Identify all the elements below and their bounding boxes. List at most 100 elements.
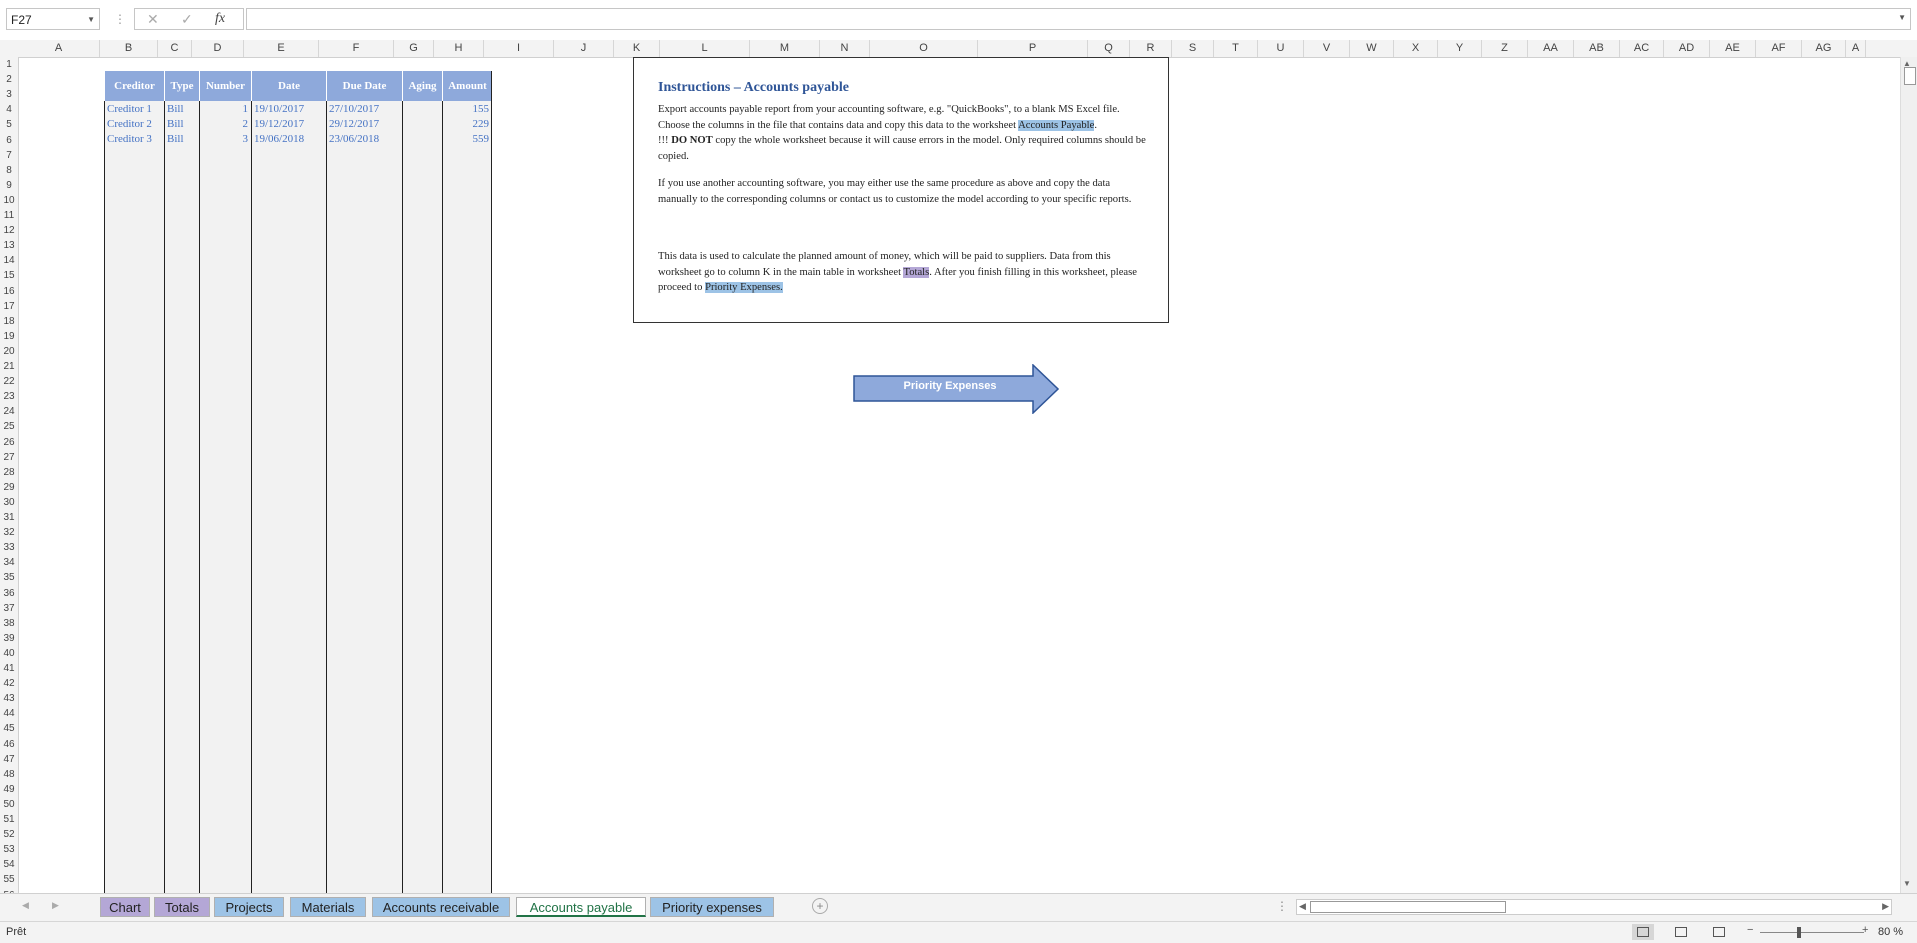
column-header[interactable]: Z <box>1482 40 1528 57</box>
column-header[interactable]: X <box>1394 40 1438 57</box>
table-cell[interactable]: 3 <box>202 132 249 147</box>
expand-formula-icon[interactable]: ▼ <box>1898 13 1906 22</box>
table-cell[interactable]: 29/12/2017 <box>329 117 399 132</box>
row-header[interactable]: 11 <box>0 208 18 223</box>
column-header[interactable]: J <box>554 40 614 57</box>
cancel-icon[interactable]: ✕ <box>147 11 159 28</box>
priority-expenses-link[interactable]: Priority Expenses. <box>705 282 783 293</box>
vertical-scroll-thumb[interactable] <box>1904 67 1916 85</box>
table-cell[interactable]: 19/06/2018 <box>254 132 323 147</box>
table-cell[interactable]: Creditor 1 <box>107 102 161 117</box>
zoom-in-icon[interactable]: + <box>1862 924 1868 936</box>
column-header[interactable]: D <box>192 40 244 57</box>
sheet-tab[interactable]: Totals <box>154 897 210 917</box>
table-cell[interactable] <box>405 117 439 132</box>
row-header[interactable]: 50 <box>0 797 18 812</box>
table-cell[interactable]: 19/10/2017 <box>254 102 323 117</box>
row-header[interactable]: 37 <box>0 601 18 616</box>
row-header[interactable]: 27 <box>0 450 18 465</box>
row-header[interactable]: 51 <box>0 812 18 827</box>
table-cell[interactable]: Creditor 3 <box>107 132 161 147</box>
column-header[interactable]: G <box>394 40 434 57</box>
row-header[interactable]: 41 <box>0 661 18 676</box>
table-header[interactable]: Number <box>199 71 251 101</box>
table-cell[interactable]: 23/06/2018 <box>329 132 399 147</box>
row-header[interactable]: 15 <box>0 268 18 283</box>
scroll-down-icon[interactable]: ▼ <box>1903 879 1911 888</box>
column-header[interactable]: B <box>100 40 158 57</box>
row-header[interactable]: 24 <box>0 404 18 419</box>
column-header[interactable]: AD <box>1664 40 1710 57</box>
row-header[interactable]: 9 <box>0 178 18 193</box>
row-header[interactable]: 31 <box>0 510 18 525</box>
row-header[interactable]: 30 <box>0 495 18 510</box>
column-header[interactable]: A <box>18 40 100 57</box>
row-header[interactable]: 49 <box>0 782 18 797</box>
tab-next-icon[interactable]: ▶ <box>52 900 59 911</box>
scroll-right-icon[interactable]: ▶ <box>1882 901 1889 912</box>
row-header[interactable]: 20 <box>0 344 18 359</box>
row-header[interactable]: 48 <box>0 767 18 782</box>
table-cell[interactable]: Bill <box>167 117 196 132</box>
table-header[interactable]: Type <box>164 71 199 101</box>
row-header[interactable]: 22 <box>0 374 18 389</box>
column-header[interactable]: H <box>434 40 484 57</box>
row-header[interactable]: 26 <box>0 435 18 450</box>
column-header[interactable]: U <box>1258 40 1304 57</box>
arrow-button-label[interactable]: Priority Expenses <box>853 380 1047 392</box>
column-header[interactable]: AC <box>1620 40 1664 57</box>
row-header[interactable]: 19 <box>0 329 18 344</box>
table-header[interactable]: Due Date <box>326 71 402 101</box>
page-break-view-icon[interactable] <box>1713 927 1725 937</box>
column-header[interactable]: W <box>1350 40 1394 57</box>
row-header[interactable]: 13 <box>0 238 18 253</box>
accounts-payable-link[interactable]: Accounts Payable <box>1018 119 1095 131</box>
table-cell[interactable]: 2 <box>202 117 249 132</box>
row-header[interactable]: 44 <box>0 706 18 721</box>
row-header[interactable]: 1 <box>0 57 18 72</box>
chevron-down-icon[interactable]: ▼ <box>87 9 95 31</box>
row-header[interactable]: 38 <box>0 616 18 631</box>
table-cell[interactable]: 19/12/2017 <box>254 117 323 132</box>
row-header[interactable]: 32 <box>0 525 18 540</box>
column-header[interactable]: C <box>158 40 192 57</box>
tab-prev-icon[interactable]: ◀ <box>22 900 29 911</box>
sheet-tab[interactable]: Accounts receivable <box>372 897 510 917</box>
column-header[interactable]: R <box>1130 40 1172 57</box>
column-header[interactable]: AG <box>1802 40 1846 57</box>
zoom-out-icon[interactable]: − <box>1747 924 1753 936</box>
table-cell[interactable]: 27/10/2017 <box>329 102 399 117</box>
row-header[interactable]: 33 <box>0 540 18 555</box>
table-cell[interactable]: 1 <box>202 102 249 117</box>
horizontal-scroll-thumb[interactable] <box>1310 901 1506 913</box>
table-cell[interactable]: 229 <box>445 117 490 132</box>
table-header[interactable]: Date <box>251 71 326 101</box>
table-cell[interactable]: 559 <box>445 132 490 147</box>
table-header[interactable]: Amount <box>442 71 492 101</box>
column-header[interactable]: AB <box>1574 40 1620 57</box>
table-header[interactable]: Aging <box>402 71 442 101</box>
sheet-tab[interactable]: Materials <box>290 897 366 917</box>
sheet-tab[interactable]: Projects <box>214 897 284 917</box>
column-header[interactable]: O <box>870 40 978 57</box>
column-header[interactable]: AE <box>1710 40 1756 57</box>
row-header[interactable]: 42 <box>0 676 18 691</box>
enter-icon[interactable]: ✓ <box>181 11 193 28</box>
row-header[interactable]: 18 <box>0 314 18 329</box>
row-header[interactable]: 29 <box>0 480 18 495</box>
row-header[interactable]: 14 <box>0 253 18 268</box>
row-header[interactable]: 34 <box>0 555 18 570</box>
table-cell[interactable]: 155 <box>445 102 490 117</box>
row-header[interactable]: 40 <box>0 646 18 661</box>
row-header[interactable]: 12 <box>0 223 18 238</box>
column-header[interactable]: L <box>660 40 750 57</box>
row-header[interactable]: 5 <box>0 117 18 132</box>
column-header[interactable]: S <box>1172 40 1214 57</box>
tab-splitter-icon[interactable]: ⋮ <box>1276 899 1288 913</box>
column-header[interactable]: V <box>1304 40 1350 57</box>
row-header[interactable]: 54 <box>0 857 18 872</box>
add-sheet-icon[interactable]: + <box>812 898 828 914</box>
zoom-slider-thumb[interactable] <box>1797 927 1801 938</box>
scroll-left-icon[interactable]: ◀ <box>1299 901 1306 912</box>
column-header[interactable]: T <box>1214 40 1258 57</box>
